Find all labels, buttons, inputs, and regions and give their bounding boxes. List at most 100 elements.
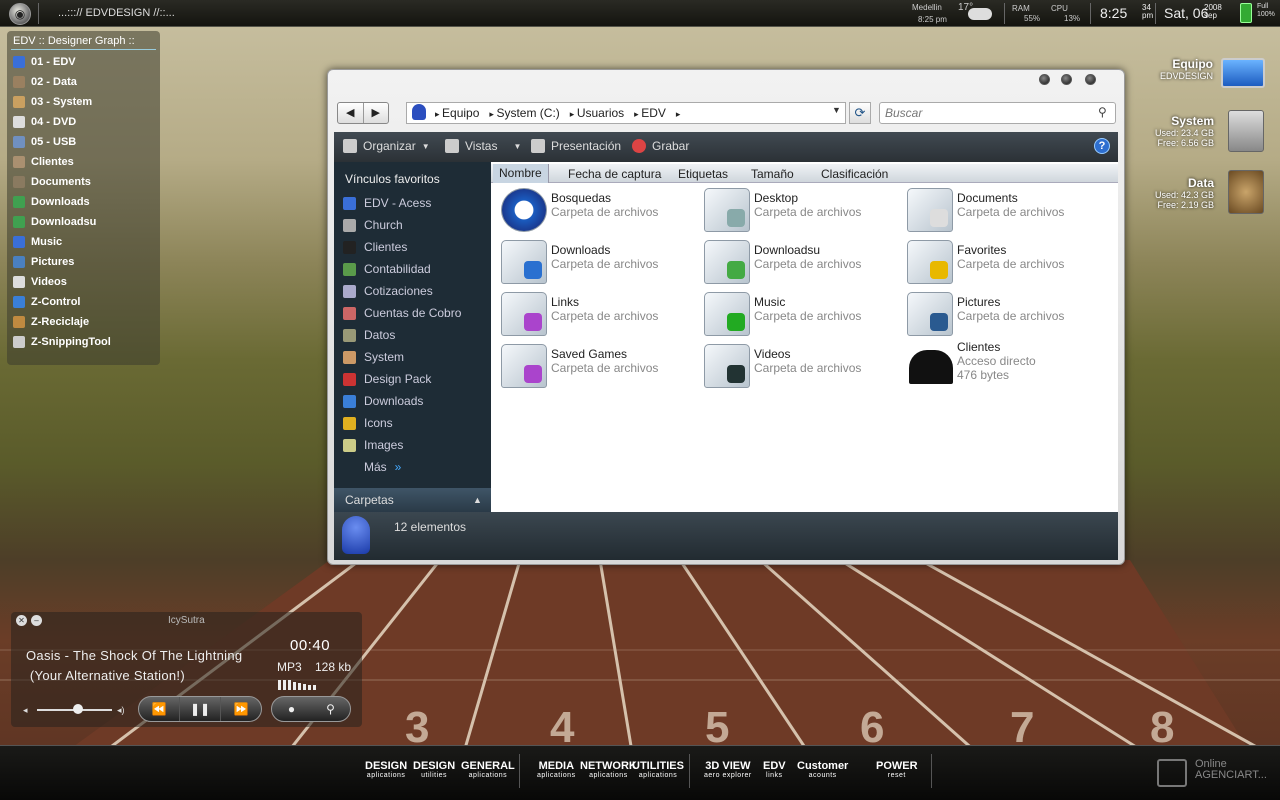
column-header[interactable]: Etiquetas bbox=[678, 167, 728, 181]
clock[interactable]: 8:25 34 pm bbox=[1100, 4, 1153, 22]
file-item[interactable]: Music Carpeta de archivos bbox=[704, 292, 904, 340]
breadcrumb-item[interactable]: EDV bbox=[641, 106, 666, 120]
favorite-link[interactable]: Clientes bbox=[343, 237, 407, 257]
file-item[interactable]: Downloadsu Carpeta de archivos bbox=[704, 240, 904, 288]
volume-high-icon[interactable]: ◂) bbox=[117, 705, 125, 716]
file-item[interactable]: Documents Carpeta de archivos bbox=[907, 188, 1107, 236]
start-orb-icon[interactable]: ◉ bbox=[9, 3, 31, 25]
volume-knob[interactable] bbox=[73, 704, 84, 714]
favorite-link[interactable]: Images bbox=[343, 435, 403, 455]
dock-launcher[interactable]: POWER reset bbox=[876, 761, 918, 781]
column-header[interactable]: Fecha de captura bbox=[568, 167, 661, 181]
breadcrumb-item[interactable]: Usuarios bbox=[577, 106, 624, 120]
file-item[interactable]: Bosquedas Carpeta de archivos bbox=[501, 188, 701, 236]
favorite-link[interactable]: Icons bbox=[343, 413, 393, 433]
menu-item[interactable]: 01 - EDV bbox=[13, 53, 76, 71]
search-icon[interactable]: ⚲ bbox=[1098, 105, 1107, 119]
dock-launcher[interactable]: MEDIA aplications bbox=[537, 761, 576, 781]
next-icon[interactable]: ⏩ bbox=[221, 697, 261, 721]
file-item[interactable]: Saved Games Carpeta de archivos bbox=[501, 344, 701, 392]
column-header[interactable]: Clasificación bbox=[821, 167, 888, 181]
desktop-system-drive[interactable]: System Used: 23.4 GB Free: 6.56 GB bbox=[1130, 114, 1214, 148]
minimize-button[interactable] bbox=[1039, 74, 1050, 85]
column-header[interactable]: Nombre bbox=[493, 164, 549, 183]
dock-launcher[interactable]: UTILITIES aplications bbox=[632, 761, 684, 781]
favorite-link[interactable]: Church bbox=[343, 215, 403, 235]
menu-item[interactable]: Pictures bbox=[13, 253, 74, 271]
favorite-link[interactable]: Cuentas de Cobro bbox=[343, 303, 461, 323]
menu-item[interactable]: 02 - Data bbox=[13, 73, 77, 91]
dock-launcher[interactable]: EDV links bbox=[763, 761, 786, 781]
monitor-icon[interactable] bbox=[1221, 58, 1265, 88]
menu-item[interactable]: 04 - DVD bbox=[13, 113, 76, 131]
help-icon[interactable]: ? bbox=[1094, 138, 1110, 154]
online-status[interactable]: Online AGENCIART... bbox=[1195, 759, 1267, 781]
desktop-equipo[interactable]: Equipo EDVDESIGN bbox=[1150, 57, 1213, 81]
menu-item[interactable]: 03 - System bbox=[13, 93, 92, 111]
menu-item[interactable]: Videos bbox=[13, 273, 67, 291]
slideshow-button[interactable]: Presentación bbox=[531, 139, 621, 153]
favorite-link[interactable]: Cotizaciones bbox=[343, 281, 433, 301]
file-item[interactable]: Pictures Carpeta de archivos bbox=[907, 292, 1107, 340]
favorite-link[interactable]: System bbox=[343, 347, 404, 367]
hard-drive-icon[interactable] bbox=[1228, 110, 1264, 152]
pause-icon[interactable]: ❚❚ bbox=[180, 697, 221, 721]
file-item[interactable]: Links Carpeta de archivos bbox=[501, 292, 701, 340]
column-header[interactable]: Tamaño bbox=[751, 167, 794, 181]
breadcrumb-separator[interactable]: ▸ bbox=[676, 109, 681, 119]
volume-low-icon[interactable]: ◂ bbox=[23, 705, 28, 716]
favorite-link[interactable]: Más » bbox=[364, 457, 401, 477]
stop-icon[interactable]: ● bbox=[272, 697, 311, 721]
refresh-button[interactable]: ⟳ bbox=[849, 102, 871, 124]
address-bar[interactable]: ▸ Equipo ▸ System (C:) ▸ Usuarios ▸ EDV ▸ bbox=[406, 102, 846, 124]
menu-item[interactable]: Clientes bbox=[13, 153, 74, 171]
search-input[interactable]: Buscar bbox=[879, 102, 1116, 124]
maximize-button[interactable] bbox=[1061, 74, 1072, 85]
dock-launcher[interactable]: DESIGN aplications bbox=[365, 761, 407, 781]
breadcrumb-item[interactable]: System (C:) bbox=[496, 106, 559, 120]
minimize-icon[interactable]: – bbox=[31, 615, 42, 626]
file-item[interactable]: Clientes Acceso directo 476 bytes bbox=[907, 340, 1107, 392]
dock-launcher[interactable]: 3D VIEW aero explorer bbox=[704, 761, 752, 781]
dock-launcher[interactable]: NETWORK aplications bbox=[580, 761, 637, 781]
close-icon[interactable]: ✕ bbox=[16, 615, 27, 626]
file-item[interactable]: Videos Carpeta de archivos bbox=[704, 344, 904, 392]
burn-button[interactable]: Grabar bbox=[632, 139, 689, 153]
menu-item[interactable]: Z-Control bbox=[13, 293, 80, 311]
menu-item[interactable]: Documents bbox=[13, 173, 91, 191]
previous-icon[interactable]: ⏪ bbox=[139, 697, 180, 721]
dock-launcher[interactable]: GENERAL aplications bbox=[461, 761, 515, 781]
menu-item[interactable]: Music bbox=[13, 233, 62, 251]
hard-drive-icon[interactable] bbox=[1228, 170, 1264, 214]
favorite-link[interactable]: Downloads bbox=[343, 391, 423, 411]
back-button[interactable]: ◀ bbox=[338, 103, 364, 123]
favorite-link[interactable]: Datos bbox=[343, 325, 395, 345]
organize-button[interactable]: Organizar ▼ bbox=[343, 139, 430, 153]
menu-item[interactable]: Downloads bbox=[13, 193, 90, 211]
close-button[interactable] bbox=[1085, 74, 1096, 85]
menu-item[interactable]: Downloadsu bbox=[13, 213, 96, 231]
breadcrumb-item[interactable]: Equipo bbox=[442, 106, 479, 120]
dock-launcher[interactable]: DESIGN utilities bbox=[413, 761, 455, 781]
desktop-data-drive[interactable]: Data Used: 42.3 GB Free: 2.19 GB bbox=[1130, 176, 1214, 210]
search-icon[interactable]: ⚲ bbox=[311, 697, 350, 721]
menu-item[interactable]: Z-Reciclaje bbox=[13, 313, 89, 331]
views-button[interactable]: Vistas ▼ bbox=[445, 139, 521, 153]
taskbar-title[interactable]: ...:::// EDVDESIGN //::... bbox=[58, 7, 175, 19]
favorite-link[interactable]: Contabilidad bbox=[343, 259, 431, 279]
dock-launcher[interactable]: Customer acounts bbox=[797, 761, 848, 781]
file-item[interactable]: Downloads Carpeta de archivos bbox=[501, 240, 701, 288]
file-item[interactable]: Favorites Carpeta de archivos bbox=[907, 240, 1107, 288]
chevron-down-icon[interactable]: ▼ bbox=[832, 105, 841, 115]
favorite-link[interactable]: Design Pack bbox=[343, 369, 431, 389]
breadcrumb-separator[interactable]: ▸ bbox=[570, 109, 577, 119]
favorite-link[interactable]: EDV - Acess bbox=[343, 193, 431, 213]
forward-button[interactable]: ▶ bbox=[364, 103, 389, 123]
file-item[interactable]: Desktop Carpeta de archivos bbox=[704, 188, 904, 236]
date[interactable]: Sat, 06 2008 sep bbox=[1164, 4, 1222, 22]
agency-logo-icon[interactable] bbox=[1157, 759, 1187, 787]
menu-item[interactable]: 05 - USB bbox=[13, 133, 76, 151]
menu-item[interactable]: Z-SnippingTool bbox=[13, 333, 111, 351]
folders-toggle[interactable]: Carpetas ▲ bbox=[334, 488, 491, 512]
breadcrumb-separator[interactable]: ▸ bbox=[435, 109, 442, 119]
